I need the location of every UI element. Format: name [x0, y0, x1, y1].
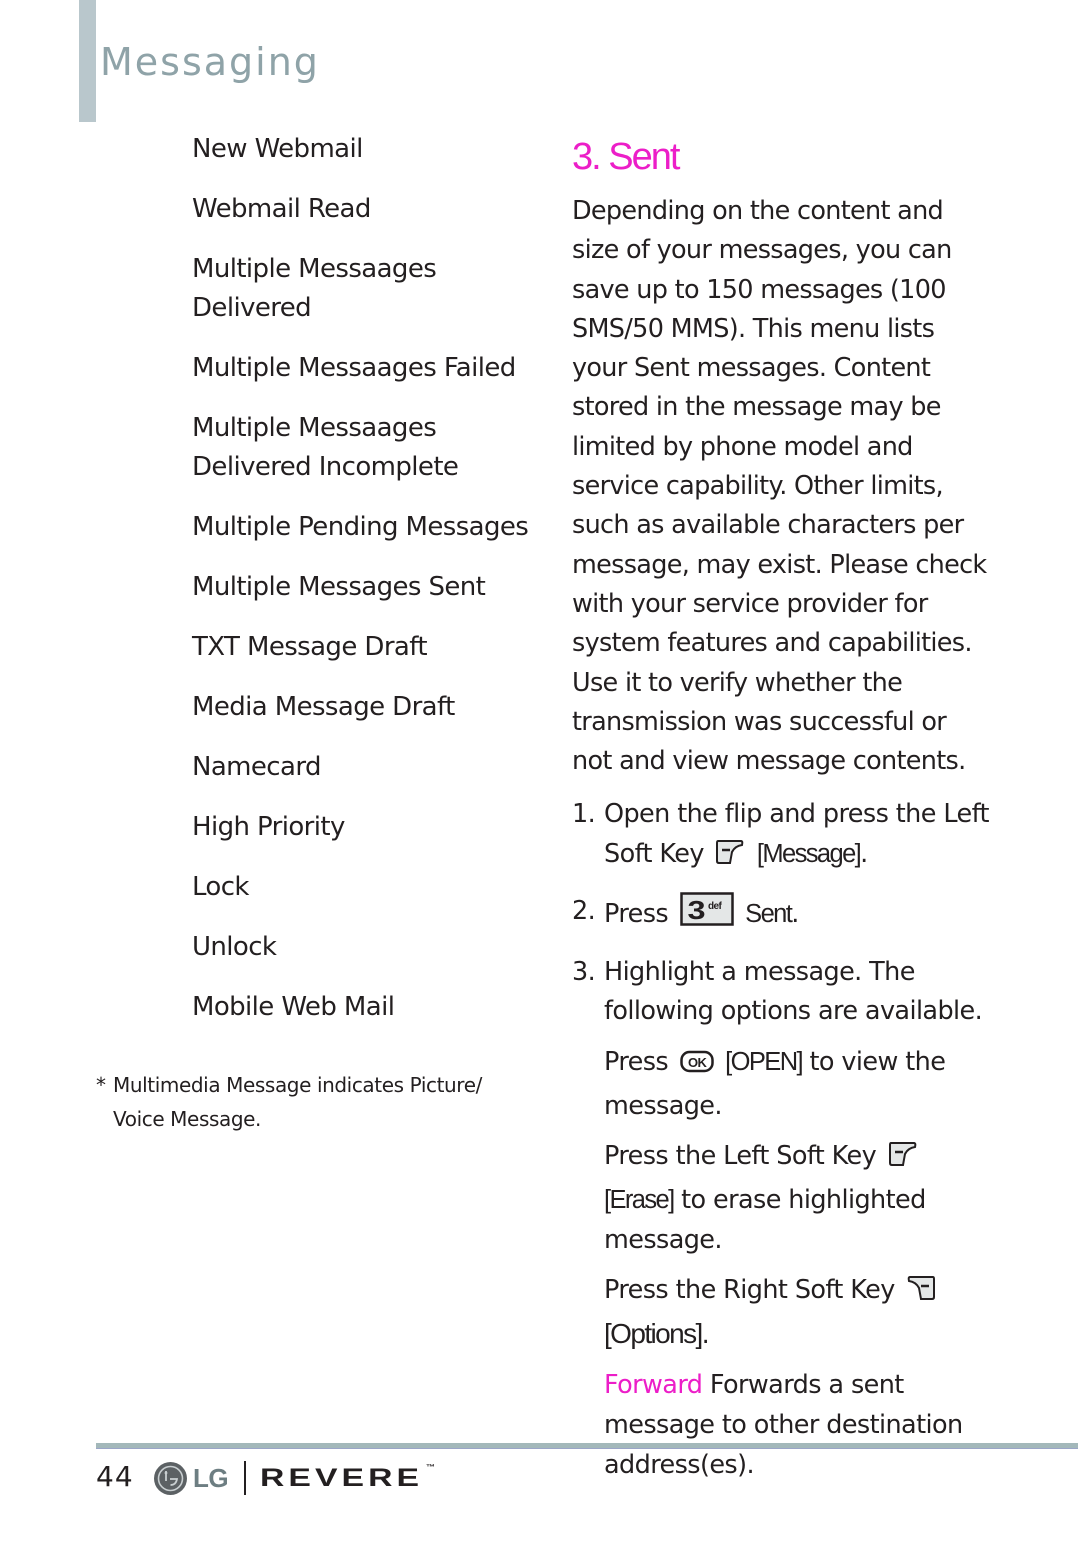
list-item: Media Message Draft [192, 692, 455, 722]
list-item-line: Delivered Incomplete [192, 452, 459, 482]
option-text: Press the Left Soft Key [604, 1140, 877, 1171]
list-item: Multiple Messaages Delivered Incomplete [192, 409, 532, 487]
sent-section: 3. Sent Depending on the content and siz… [572, 130, 992, 1485]
key-label: [OPEN] [725, 1047, 803, 1076]
list-item: Namecard [192, 752, 321, 782]
lg-face-icon [154, 1461, 187, 1495]
step-1: 1. Open the flip and press the Left Soft… [572, 795, 992, 878]
footnote-marker: * [96, 1073, 106, 1097]
logo-separator [244, 1461, 247, 1495]
step-number: 1. [572, 799, 596, 830]
list-item: High Priority [192, 812, 345, 842]
step-3-options: Press OK [OPEN] to view the message. Pre… [572, 1042, 992, 1485]
list-item-line: Multiple Messaages [192, 413, 437, 443]
footnote-text: Voice Message. [113, 1107, 261, 1131]
option-options: Press the Right Soft Key [Options]. [604, 1270, 992, 1355]
step-2: 2. Press 3 def Sent. [572, 892, 992, 939]
list-item: New Webmail [192, 134, 363, 164]
list-item: Mobile Web Mail [192, 992, 395, 1022]
key-label: [Erase] [604, 1185, 675, 1214]
left-soft-key-icon [888, 1140, 918, 1180]
list-item-line: Delivered [192, 293, 312, 323]
option-forward: Forward Forwards a sent message to other… [604, 1365, 992, 1485]
option-term: Forward [604, 1369, 703, 1400]
option-erase: Press the Left Soft Key [Erase] to erase… [604, 1136, 992, 1260]
page-number: 44 [96, 1460, 134, 1493]
ok-key-icon: OK [679, 1046, 714, 1086]
section-title: 3. Sent [572, 136, 680, 178]
key-label: [Options] [604, 1317, 703, 1349]
list-item: Multiple Messages Sent [192, 572, 486, 602]
section-intro: Depending on the content and size of you… [572, 196, 987, 777]
list-item: Webmail Read [192, 194, 371, 224]
step-text: Highlight a message. The following optio… [604, 956, 983, 1027]
footer-divider [96, 1443, 1078, 1449]
right-soft-key-icon [906, 1274, 936, 1314]
header-accent-bar [79, 0, 96, 122]
list-item: TXT Message Draft [192, 632, 428, 662]
option-text: Press the Right Soft Key [604, 1274, 895, 1305]
brand-name: LG [193, 1462, 229, 1493]
key-digit: 3 [687, 896, 705, 925]
option-text: Press [604, 1046, 669, 1077]
punctuation: . [701, 1319, 710, 1350]
list-item: Multiple Messaages Delivered [192, 250, 532, 328]
page-header-title: Messaging [100, 40, 320, 84]
footnote: * Multimedia Message indicates Picture/ V… [96, 1068, 516, 1136]
step-number: 2. [572, 896, 596, 927]
list-item: Unlock [192, 932, 277, 962]
ok-glyph: OK [688, 1055, 708, 1070]
punctuation: . [860, 838, 868, 869]
key-3-def-icon: 3 def [679, 892, 734, 939]
key-label: [Message] [756, 839, 862, 868]
footnote-text: Multimedia Message indicates Picture/ [113, 1073, 482, 1097]
key-label: Sent [745, 900, 793, 929]
brand-logo: LG REVERE ™ [154, 1458, 435, 1498]
product-name-text: REVERE [260, 1463, 424, 1492]
option-open: Press OK [OPEN] to view the message. [604, 1042, 992, 1126]
message-type-list: New Webmail Webmail Read Multiple Messaa… [192, 130, 532, 1048]
list-item-line: Multiple Messaages [192, 254, 437, 284]
product-name: REVERE ™ [260, 1464, 439, 1493]
punctuation: . [791, 899, 799, 930]
left-soft-key-icon [715, 838, 745, 879]
list-item: Multiple Pending Messages [192, 512, 529, 542]
step-text: Press [604, 899, 669, 930]
step-3: 3. Highlight a message. The following op… [572, 953, 992, 1032]
trademark-symbol: ™ [425, 1463, 440, 1471]
list-item: Multiple Messaages Failed [192, 353, 516, 383]
key-letters: def [708, 901, 722, 912]
step-number: 3. [572, 956, 596, 987]
list-item: Lock [192, 872, 249, 902]
